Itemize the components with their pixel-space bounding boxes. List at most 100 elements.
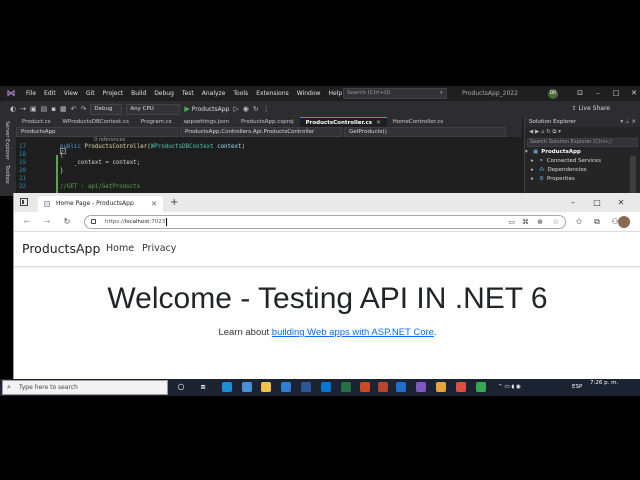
folder-icon[interactable] [436, 382, 446, 392]
undo-icon[interactable]: ↶ [71, 105, 77, 113]
menu-debug[interactable]: Debug [150, 86, 178, 101]
menu-tools[interactable]: Tools [229, 86, 252, 101]
solution-item-dependencies[interactable]: ▸ ⁂ Dependencies [525, 166, 640, 175]
run-button[interactable]: ▶ ProductsApp [184, 105, 229, 113]
docs-link[interactable]: building Web apps with ASP.NET Core [272, 327, 434, 338]
vs-document-tabs: Product.cs WProductsDBContext.cs Program… [16, 117, 522, 127]
vs-minimize-icon[interactable]: – [588, 86, 608, 101]
code-editor[interactable]: 0 references − 17 public ProductsControl… [16, 137, 522, 196]
save-icon[interactable]: ▪ [51, 105, 56, 113]
tab-product[interactable]: Product.cs [16, 117, 57, 127]
menu-edit[interactable]: Edit [40, 86, 60, 101]
solution-item-connected-services[interactable]: ▸ ⚭ Connected Services [525, 157, 640, 166]
platform-dropdown[interactable]: Any CPU [126, 103, 181, 115]
forward-arrow-icon[interactable]: → [40, 215, 54, 229]
store-icon[interactable] [281, 382, 291, 392]
avatar[interactable]: DR [548, 89, 558, 99]
new-tab-button[interactable]: + [170, 196, 178, 210]
minimize-icon[interactable]: – [561, 193, 585, 212]
close-icon[interactable]: ✕ [151, 196, 157, 212]
tab-appsettings[interactable]: appsettings.json [178, 117, 235, 127]
read-aloud-icon[interactable]: ▭ [508, 216, 515, 228]
mail-icon[interactable] [321, 382, 331, 392]
app-icon[interactable] [456, 382, 466, 392]
nav-link-privacy[interactable]: Privacy [142, 239, 176, 259]
chrome-icon[interactable] [476, 382, 486, 392]
menu-project[interactable]: Project [99, 86, 128, 101]
solution-search-input[interactable]: Search Solution Explorer (Ctrl+;) [527, 138, 638, 147]
powerpoint-icon[interactable] [360, 382, 370, 392]
profile-avatar[interactable] [618, 216, 630, 228]
tab-home-controller[interactable]: HomeController.cs [387, 117, 449, 127]
task-view-icon[interactable]: ⧈ [198, 382, 208, 392]
forward-icon[interactable]: → [20, 105, 26, 113]
maximize-icon[interactable]: □ [585, 193, 609, 212]
hot-reload-icon[interactable]: ◉ [243, 105, 249, 113]
taskbar-search-input[interactable]: ⌕ Type here to search [2, 380, 168, 395]
toolbox-tab[interactable]: Toolbox [4, 165, 10, 184]
favorite-star-icon[interactable]: ☆ [553, 216, 559, 228]
tab-dbcontext[interactable]: WProductsDBContext.cs [57, 117, 135, 127]
address-bar[interactable]: https://localhost:7023 ▭ ⌘ ⊕ ☆ [84, 215, 566, 229]
vs-pin-icon[interactable]: ⊡ [570, 86, 590, 101]
back-arrow-icon[interactable]: ← [20, 215, 34, 229]
open-icon[interactable]: ▤ [41, 105, 48, 113]
close-window-icon[interactable]: ✕ [609, 193, 633, 212]
zoom-icon[interactable]: ⊕ [537, 216, 543, 228]
menu-analyze[interactable]: Analyze [198, 86, 230, 101]
cortana-icon[interactable]: ○ [176, 382, 186, 392]
access-icon[interactable] [378, 382, 388, 392]
menu-view[interactable]: View [60, 86, 82, 101]
menu-extensions[interactable]: Extensions [252, 86, 293, 101]
apps-icon[interactable]: ⌘ [522, 216, 529, 228]
tab-products-controller[interactable]: ProductsController.cs ✕ [299, 117, 387, 127]
collections-icon[interactable]: ⧉ [590, 215, 604, 229]
solution-item-productsapp[interactable]: ▾ ▣ ProductsApp [525, 148, 640, 157]
tab-actions-icon[interactable] [20, 198, 28, 206]
word-icon[interactable] [301, 382, 311, 392]
menu-test[interactable]: Test [178, 86, 198, 101]
menu-window[interactable]: Window [293, 86, 325, 101]
site-brand[interactable]: ProductsApp [22, 239, 100, 259]
menu-build[interactable]: Build [127, 86, 150, 101]
vscode-icon[interactable] [396, 382, 406, 392]
member-dropdown[interactable]: GetProducts() [344, 127, 506, 137]
vs-close-icon[interactable]: ✕ [624, 86, 640, 101]
class-dropdown[interactable]: ProductsApp.Controllers.Api.ProductsCont… [180, 127, 342, 137]
new-item-icon[interactable]: ▣ [30, 105, 37, 113]
visual-studio-icon[interactable] [416, 382, 426, 392]
code-line: 21 [19, 176, 26, 182]
language-indicator[interactable]: ESP [572, 379, 582, 396]
live-share-button[interactable]: ⇪ Live Share [572, 101, 610, 117]
file-explorer-icon[interactable] [261, 382, 271, 392]
close-tab-icon[interactable]: ✕ [376, 120, 381, 126]
toolbar-more-icon[interactable]: ⋮ [263, 105, 270, 113]
project-dropdown[interactable]: ProductsApp [16, 127, 178, 137]
windows-icon[interactable] [242, 382, 252, 392]
back-icon[interactable]: ◐ [10, 105, 16, 113]
excel-icon[interactable] [341, 382, 351, 392]
tab-program[interactable]: Program.cs [135, 117, 178, 127]
edge-icon[interactable] [222, 382, 232, 392]
refresh-icon[interactable]: ↻ [253, 105, 259, 113]
config-dropdown[interactable]: Debug [90, 103, 123, 115]
tab-csproj[interactable]: ProductsApp.csproj [235, 117, 300, 127]
clock[interactable]: 7:26 p. m. [590, 380, 618, 387]
favorites-icon[interactable]: ✩ [572, 215, 586, 229]
solution-item-properties[interactable]: ▸ ⚙ Properties [525, 175, 640, 184]
browser-tab[interactable]: Home Page - ProductsApp ✕ [38, 196, 163, 212]
save-all-icon[interactable]: ▦ [60, 105, 67, 113]
nav-link-home[interactable]: Home [106, 239, 134, 259]
menu-git[interactable]: Git [82, 86, 99, 101]
server-explorer-tab[interactable]: Server Explorer [4, 121, 10, 160]
menu-file[interactable]: File [22, 86, 40, 101]
solution-scrollbar[interactable] [630, 156, 636, 196]
tray-icons[interactable]: ⌃ ▭ ◖ ◉ [498, 379, 521, 396]
pin-icon[interactable]: ▾ ⊥ ✕ [620, 117, 636, 127]
vs-search-box[interactable]: Search (Ctrl+Q) ⌕ [343, 88, 447, 99]
solution-toolbar[interactable]: ◀ ▶ ⌂ ↻ ⧉ ▾ [525, 127, 640, 137]
reload-icon[interactable]: ↻ [60, 215, 74, 229]
redo-icon[interactable]: ↷ [80, 105, 86, 113]
vs-maximize-icon[interactable]: □ [606, 86, 626, 101]
start-without-debug-icon[interactable]: ▷ [233, 105, 238, 113]
